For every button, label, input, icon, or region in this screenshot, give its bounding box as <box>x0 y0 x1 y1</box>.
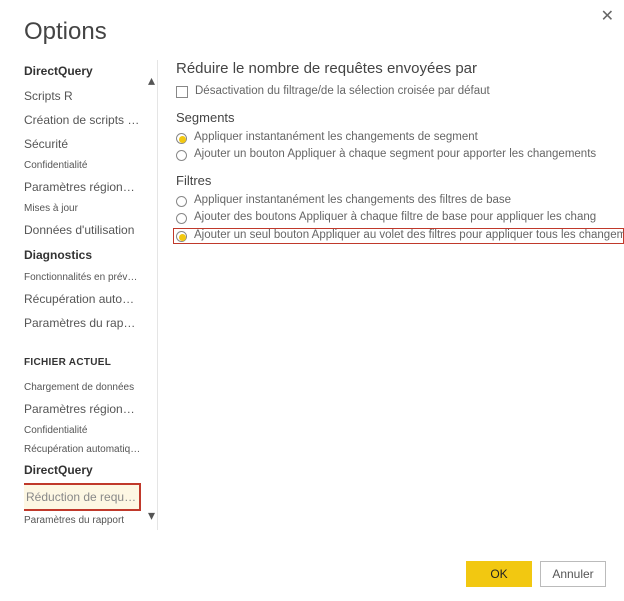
ok-button[interactable]: OK <box>466 561 532 587</box>
nav-section-current-file: FICHIER ACTUEL <box>24 357 141 368</box>
radio-icon <box>176 150 187 161</box>
content-title: Réduire le nombre de requêtes envoyées p… <box>176 60 624 77</box>
nav-item-autorecover[interactable]: Récupération automatique <box>24 287 141 311</box>
checkbox-label: Désactivation du filtrage/de la sélectio… <box>195 85 490 97</box>
chevron-down-icon[interactable]: ▾ <box>148 507 155 524</box>
close-icon[interactable]: ✕ <box>601 6 614 26</box>
nav-item-preview[interactable]: Fonctionnalités en préversion <box>24 268 141 287</box>
radio-icon <box>176 231 187 242</box>
radio-label: Ajouter un bouton Appliquer à chaque seg… <box>194 148 596 160</box>
radio-label: Appliquer instantanément les changements… <box>194 194 511 206</box>
radio-icon <box>176 196 187 207</box>
nav-item-security[interactable]: Sécurité <box>24 132 141 156</box>
radio-label: Appliquer instantanément les changements… <box>194 131 478 143</box>
nav-item-python[interactable]: Création de scripts Python <box>24 108 141 132</box>
nav-item-report-settings[interactable]: Paramètres du rapport <box>24 311 141 335</box>
radio-filter-instant[interactable]: Appliquer instantanément les changements… <box>176 194 624 207</box>
cancel-button[interactable]: Annuler <box>540 561 606 587</box>
radio-label: Ajouter un seul bouton Appliquer au vole… <box>194 229 624 241</box>
nav-item-data-load[interactable]: Chargement de données <box>24 378 141 397</box>
nav-item-regional[interactable]: Paramètres régionaux <box>24 175 141 199</box>
nav-item-query-reduction[interactable]: Réduction de requête <box>24 483 141 511</box>
radio-icon <box>176 213 187 224</box>
checkbox-icon <box>176 86 188 98</box>
nav-item-scripts-r[interactable]: Scripts R <box>24 84 141 108</box>
chevron-up-icon[interactable]: ▴ <box>148 72 155 89</box>
radio-icon <box>176 133 187 144</box>
nav-item-updates[interactable]: Mises à jour <box>24 199 141 218</box>
dialog-footer: OK Annuler <box>466 561 606 587</box>
radio-segment-instant[interactable]: Appliquer instantanément les changements… <box>176 131 624 144</box>
subheading-segments: Segments <box>176 110 624 125</box>
content-panel: Réduire le nombre de requêtes envoyées p… <box>158 60 624 530</box>
nav-item-autorecover-2[interactable]: Récupération automatique <box>24 440 141 459</box>
sidebar: ▴ ▾ DirectQuery Scripts R Création de sc… <box>0 60 158 530</box>
radio-filter-each-button[interactable]: Ajouter des boutons Appliquer à chaque f… <box>176 211 624 224</box>
checkbox-disable-crossfilter[interactable]: Désactivation du filtrage/de la sélectio… <box>176 85 624 98</box>
nav-item-regional-2[interactable]: Paramètres régionaux <box>24 397 141 421</box>
radio-label: Ajouter des boutons Appliquer à chaque f… <box>194 211 596 223</box>
radio-filter-single-button[interactable]: Ajouter un seul bouton Appliquer au vole… <box>173 228 624 244</box>
window-title: Options <box>0 0 624 46</box>
nav-item-directquery-2[interactable]: DirectQuery <box>24 463 141 477</box>
radio-segment-apply-button[interactable]: Ajouter un bouton Appliquer à chaque seg… <box>176 148 624 161</box>
nav-item-diagnostics[interactable]: Diagnostics <box>24 248 141 262</box>
nav-item-usage-data[interactable]: Données d'utilisation <box>24 218 141 242</box>
nav-item-privacy[interactable]: Confidentialité <box>24 156 141 175</box>
nav-item-directquery[interactable]: DirectQuery <box>24 64 141 78</box>
nav-item-report-settings-2[interactable]: Paramètres du rapport <box>24 511 141 530</box>
nav-item-privacy-2[interactable]: Confidentialité <box>24 421 141 440</box>
subheading-filters: Filtres <box>176 173 624 188</box>
